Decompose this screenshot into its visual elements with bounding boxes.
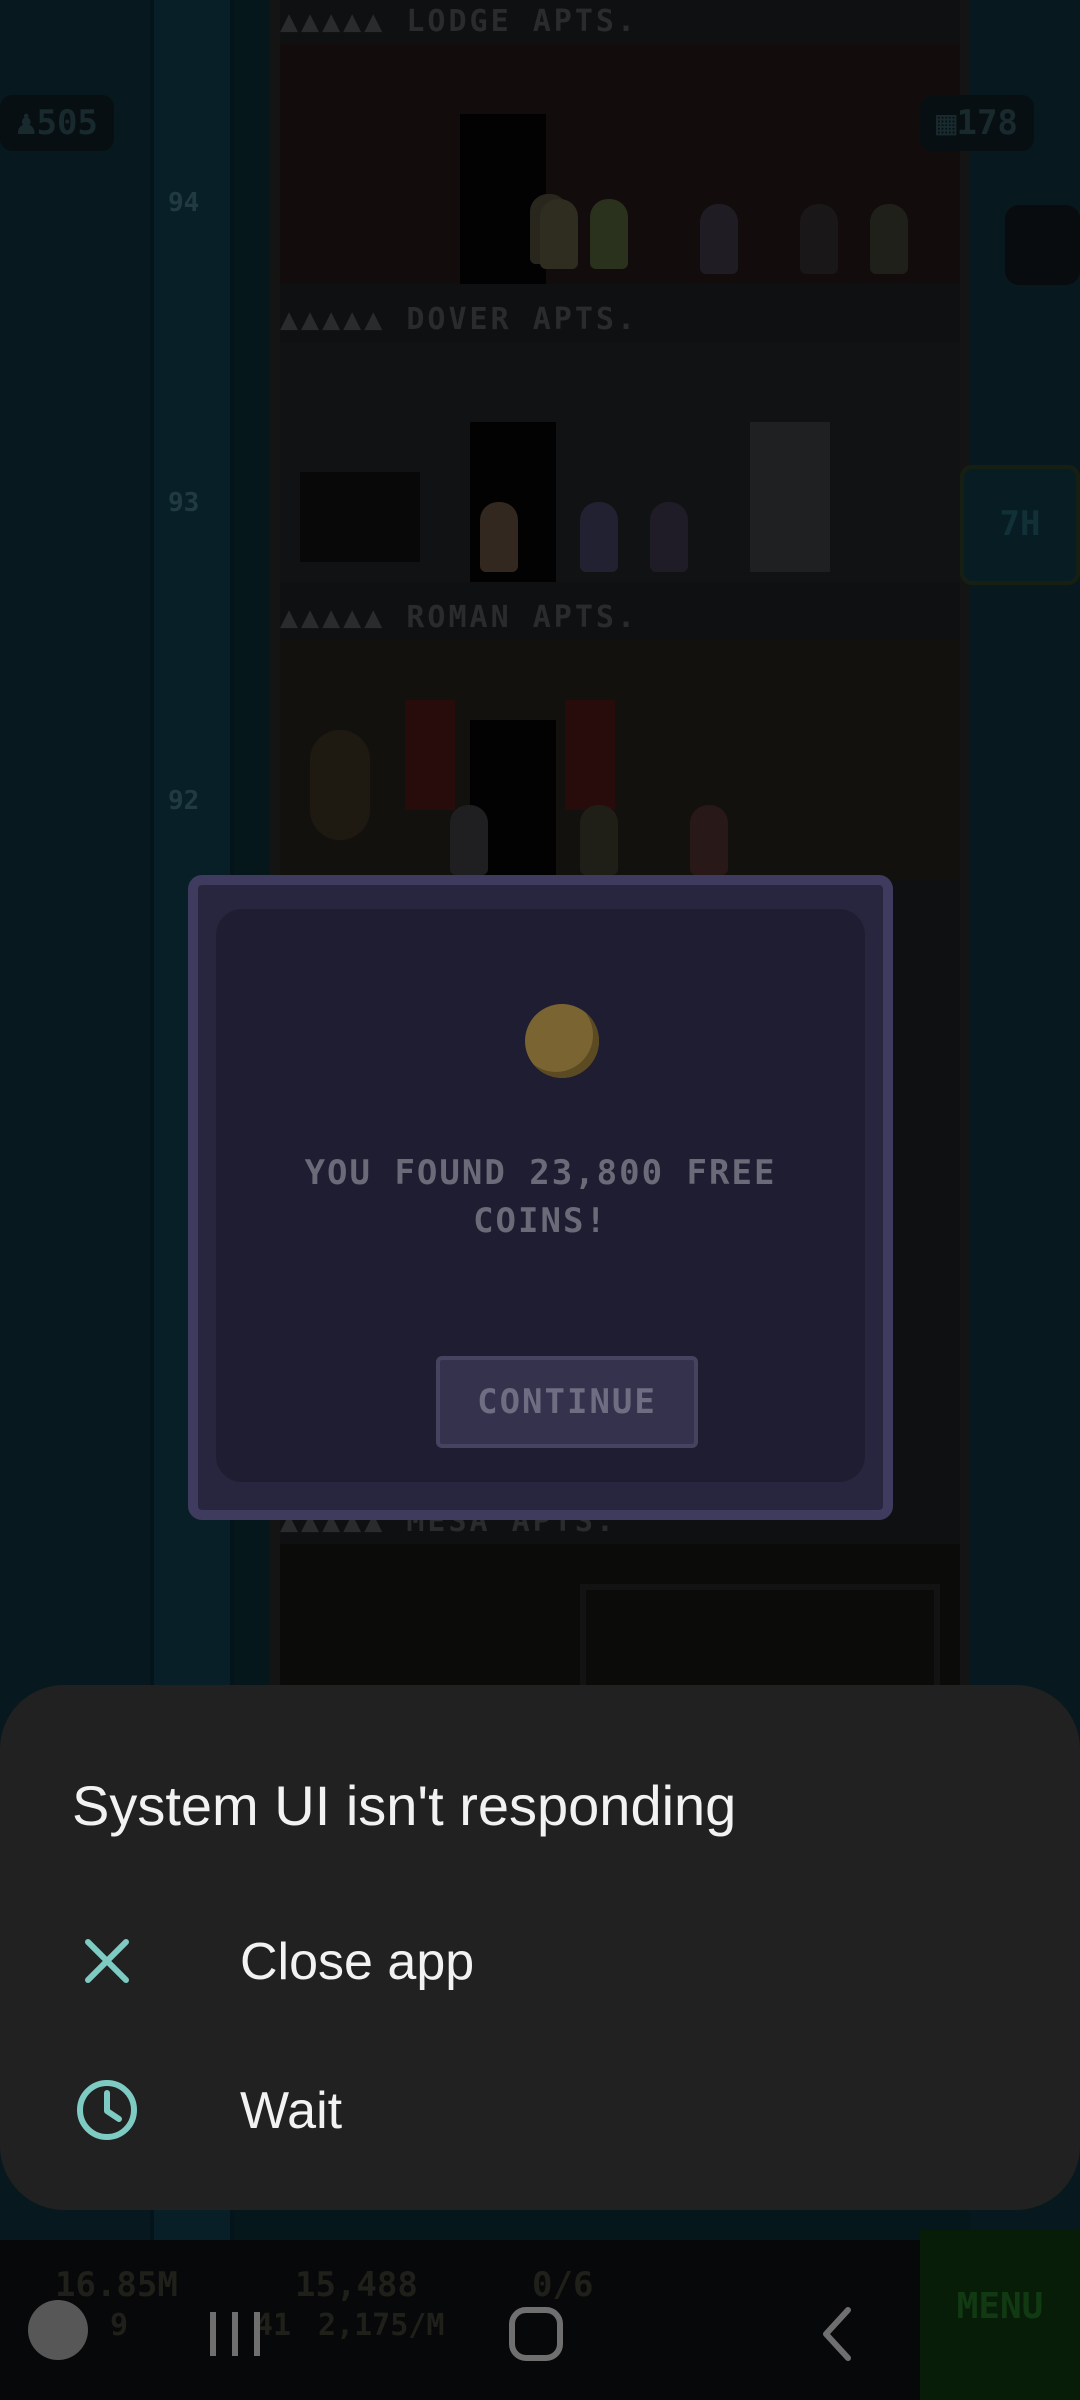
free-coins-popup: YOU FOUND 23,800 FREE COINS! CONTINUE — [188, 875, 893, 1520]
coin-icon — [525, 1004, 599, 1078]
back-icon[interactable] — [760, 2270, 910, 2400]
popup-message: YOU FOUND 23,800 FREE COINS! — [304, 1153, 777, 1241]
close-app-label: Close app — [240, 1933, 475, 1991]
close-app-option[interactable]: Close app — [0, 1894, 1080, 2024]
continue-button[interactable]: CONTINUE — [436, 1356, 698, 1448]
clock-icon — [77, 2080, 137, 2140]
close-icon — [85, 1939, 129, 1983]
navigation-bar — [0, 2270, 1080, 2400]
dialog-title: System UI isn't responding — [72, 1774, 737, 1837]
home-icon[interactable] — [460, 2270, 610, 2400]
wait-option[interactable]: Wait — [0, 2043, 1080, 2173]
wait-label: Wait — [240, 2082, 343, 2140]
recent-apps-icon[interactable] — [160, 2270, 310, 2400]
system-ui-dialog: System UI isn't responding Close app Wai… — [0, 1685, 1080, 2210]
